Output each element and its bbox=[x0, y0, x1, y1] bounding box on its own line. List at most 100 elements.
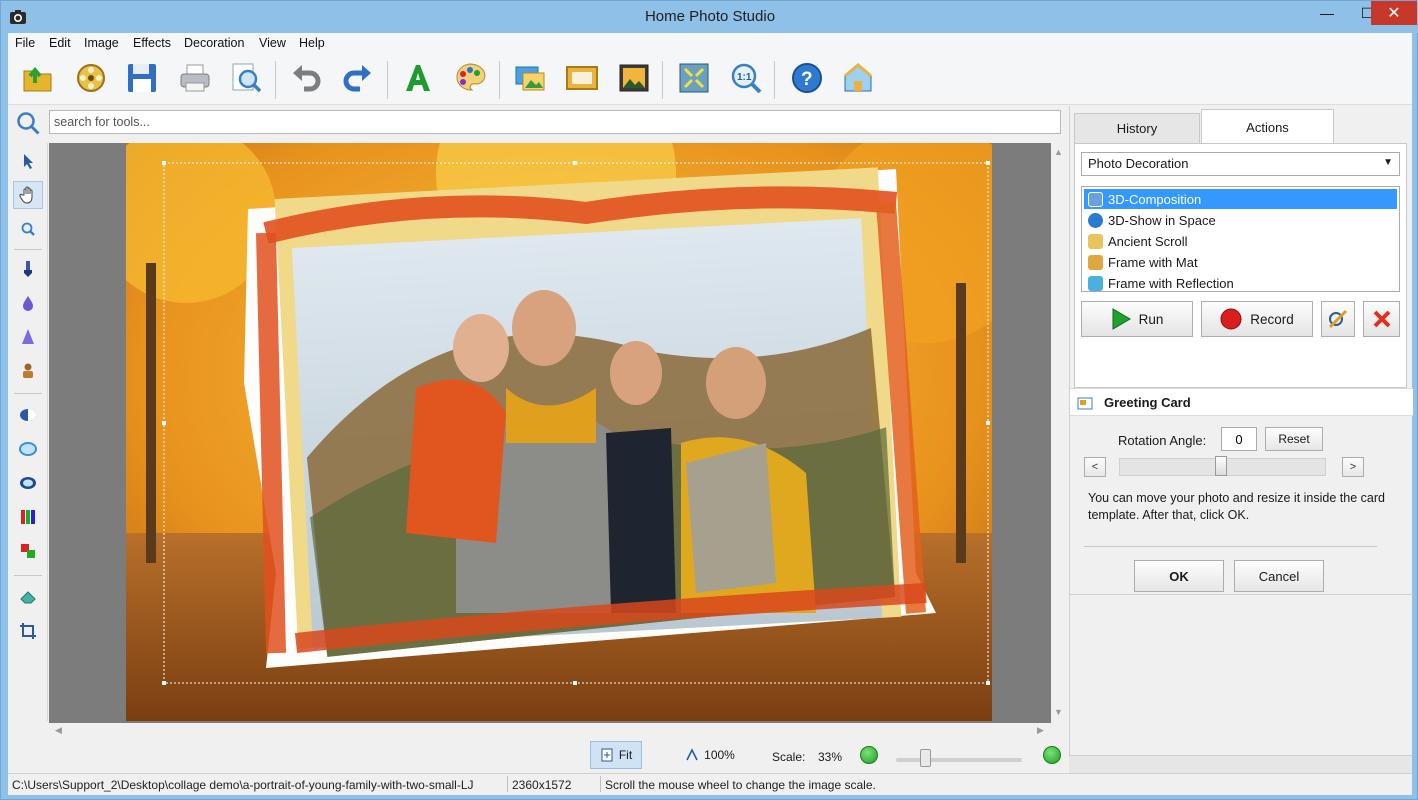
undo-icon bbox=[293, 65, 321, 92]
zoom-tool-button[interactable] bbox=[13, 215, 43, 243]
rotation-angle-label: Rotation Angle: bbox=[1118, 433, 1207, 448]
palette-icon bbox=[456, 63, 486, 91]
crop-tool-button[interactable] bbox=[13, 617, 43, 645]
action-item-label: Ancient Scroll bbox=[1108, 233, 1188, 249]
globe-icon bbox=[1088, 212, 1103, 228]
image-adjust-icon bbox=[515, 66, 545, 91]
action-item-ancient-scroll[interactable]: Ancient Scroll bbox=[1084, 231, 1397, 251]
color-levels-tool-button[interactable] bbox=[13, 503, 43, 531]
brush-tool-button[interactable] bbox=[13, 255, 43, 283]
tab-history[interactable]: History bbox=[1074, 113, 1200, 143]
open-button[interactable] bbox=[18, 58, 58, 98]
tab-actions[interactable]: Actions bbox=[1201, 109, 1334, 144]
delete-action-button[interactable] bbox=[1363, 301, 1400, 337]
svg-text:?: ? bbox=[801, 69, 813, 90]
action-item-3d-composition[interactable]: 3D-Composition bbox=[1084, 189, 1397, 209]
rotation-slider-thumb[interactable] bbox=[1215, 456, 1227, 476]
text-button[interactable] bbox=[398, 58, 438, 98]
blur-tool-button[interactable] bbox=[13, 289, 43, 317]
window-title: Home Photo Studio bbox=[644, 8, 776, 25]
ok-button[interactable]: OK bbox=[1134, 560, 1224, 592]
divider bbox=[1084, 546, 1377, 547]
save-button[interactable] bbox=[122, 58, 162, 98]
chevron-down-icon: ▼ bbox=[1383, 157, 1393, 168]
greeting-card-header: Greeting Card bbox=[1070, 388, 1413, 416]
frame-button[interactable] bbox=[562, 58, 602, 98]
hand-pan-icon bbox=[19, 186, 33, 204]
toolbar-separator bbox=[275, 61, 276, 99]
menu-file[interactable]: File bbox=[15, 36, 35, 50]
menu-view[interactable]: View bbox=[259, 36, 286, 50]
app-window: Home Photo Studio — ☐ ✕ File Edit Image … bbox=[0, 0, 1418, 800]
scroll-up-arrow-icon[interactable]: ▲ bbox=[1054, 147, 1063, 157]
lens-tool-button[interactable] bbox=[13, 435, 43, 463]
save-floppy-icon bbox=[128, 64, 156, 92]
fit-to-window-button[interactable] bbox=[674, 58, 714, 98]
vertical-scrollbar[interactable]: ▲ ▼ bbox=[1051, 143, 1066, 723]
zoom-slider[interactable] bbox=[896, 758, 1022, 762]
redeye-tool-button[interactable] bbox=[13, 469, 43, 497]
scroll-left-arrow-icon[interactable]: ◀ bbox=[55, 725, 62, 736]
redo-icon bbox=[343, 65, 371, 92]
run-label: Run bbox=[1138, 311, 1164, 327]
rotate-right-button[interactable]: > bbox=[1342, 457, 1364, 477]
greeting-card-photo[interactable] bbox=[126, 143, 992, 721]
picture-icon bbox=[619, 64, 649, 92]
horizontal-scrollbar[interactable]: ◀ ▶ bbox=[49, 723, 1051, 737]
action-options-button[interactable] bbox=[1321, 301, 1355, 337]
print-button[interactable] bbox=[175, 58, 215, 98]
select-tool-button[interactable] bbox=[13, 147, 43, 175]
rotate-left-button[interactable]: < bbox=[1084, 457, 1106, 477]
fit-button[interactable]: Fit bbox=[590, 741, 642, 769]
redo-button[interactable] bbox=[337, 58, 377, 98]
actions-tab-content: Photo Decoration ▼ 3D-Composition 3D-Sho… bbox=[1074, 143, 1407, 388]
close-window-button[interactable]: ✕ bbox=[1371, 1, 1417, 25]
contrast-tool-button[interactable] bbox=[13, 401, 43, 429]
search-input[interactable] bbox=[49, 110, 1061, 134]
brush-icon bbox=[24, 261, 32, 277]
sharpen-tool-button[interactable] bbox=[13, 323, 43, 351]
color-replace-tool-button[interactable] bbox=[13, 537, 43, 565]
action-item-frame-with-reflection[interactable]: Frame with Reflection bbox=[1084, 273, 1397, 293]
zoom-in-button[interactable] bbox=[1043, 746, 1061, 764]
play-icon bbox=[1112, 308, 1131, 330]
menu-image[interactable]: Image bbox=[84, 36, 119, 50]
menu-edit[interactable]: Edit bbox=[49, 36, 71, 50]
cancel-button[interactable]: Cancel bbox=[1234, 560, 1324, 592]
help-button[interactable]: ? bbox=[787, 58, 827, 98]
slideshow-button[interactable] bbox=[71, 58, 111, 98]
undo-button[interactable] bbox=[287, 58, 327, 98]
zoom-slider-thumb[interactable] bbox=[920, 749, 931, 767]
picture-button[interactable] bbox=[614, 58, 654, 98]
panel-scrollbar[interactable] bbox=[1069, 755, 1412, 773]
image-canvas[interactable] bbox=[49, 143, 1051, 723]
divider bbox=[1070, 594, 1413, 595]
color-button[interactable] bbox=[450, 58, 490, 98]
status-bar: C:\Users\Support_2\Desktop\collage demo\… bbox=[8, 773, 1412, 795]
zoom-100-button[interactable]: 100% bbox=[680, 741, 740, 769]
adjust-image-button[interactable] bbox=[510, 58, 550, 98]
hand-tool-button[interactable] bbox=[13, 181, 43, 209]
menu-help[interactable]: Help bbox=[299, 36, 325, 50]
print-preview-button[interactable] bbox=[226, 58, 266, 98]
zoom-out-button[interactable] bbox=[860, 746, 878, 764]
menu-decoration[interactable]: Decoration bbox=[184, 36, 244, 50]
stamp-tool-button[interactable] bbox=[13, 357, 43, 385]
menu-effects[interactable]: Effects bbox=[133, 36, 171, 50]
minimize-button[interactable]: — bbox=[1307, 1, 1347, 25]
stamp-icon bbox=[23, 363, 33, 378]
record-button[interactable]: Record bbox=[1201, 301, 1313, 337]
actual-size-button[interactable]: 1:1 bbox=[726, 58, 766, 98]
svg-text:1:1: 1:1 bbox=[737, 72, 752, 83]
home-button[interactable] bbox=[838, 58, 878, 98]
scroll-down-arrow-icon[interactable]: ▼ bbox=[1054, 707, 1063, 717]
eraser-tool-button[interactable] bbox=[13, 583, 43, 611]
rotation-angle-input[interactable] bbox=[1221, 427, 1257, 451]
reset-button[interactable]: Reset bbox=[1265, 427, 1323, 451]
scroll-right-arrow-icon[interactable]: ▶ bbox=[1037, 725, 1044, 736]
action-item-label: Frame with Reflection bbox=[1108, 275, 1234, 291]
run-button[interactable]: Run bbox=[1081, 301, 1193, 337]
action-category-select[interactable]: Photo Decoration ▼ bbox=[1081, 152, 1400, 176]
action-item-frame-with-mat[interactable]: Frame with Mat bbox=[1084, 252, 1397, 272]
action-item-3d-show-in-space[interactable]: 3D-Show in Space bbox=[1084, 210, 1397, 230]
